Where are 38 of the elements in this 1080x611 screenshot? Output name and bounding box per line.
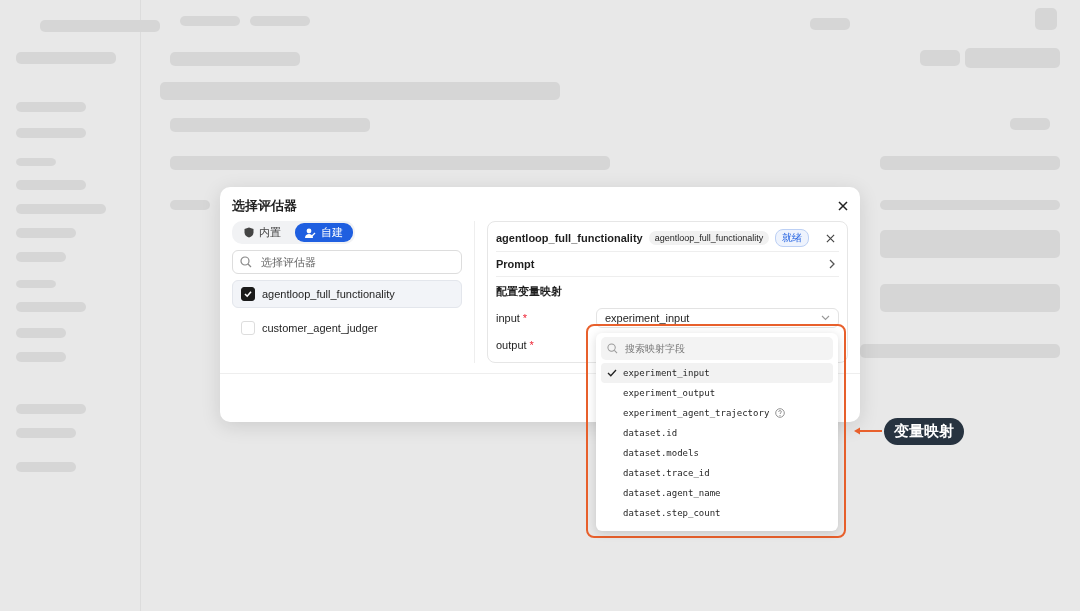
tab[interactable]: 内置: [234, 223, 291, 242]
search-icon: [240, 256, 252, 268]
close-icon[interactable]: [838, 201, 848, 211]
dropdown-option[interactable]: experiment_agent_trajectory: [601, 403, 833, 423]
dialog-title: 选择评估器: [232, 197, 297, 215]
callout-label: 变量映射: [884, 418, 964, 445]
check-icon: [243, 289, 253, 299]
dropdown-option[interactable]: experiment_input: [601, 363, 833, 383]
evaluator-name: agentloop_full_functionality: [496, 232, 643, 245]
shield-icon: [244, 227, 254, 238]
select-field[interactable]: experiment_input: [596, 308, 839, 329]
dropdown-option[interactable]: dataset.trace_id: [601, 463, 833, 483]
checkbox[interactable]: [241, 287, 255, 301]
evaluator-tag: agentloop_full_functionality: [648, 231, 770, 246]
prompt-row[interactable]: Prompt: [496, 251, 839, 278]
check-icon: [607, 369, 617, 377]
field-label: input: [496, 312, 520, 325]
search-field[interactable]: 选择评估器: [232, 250, 462, 274]
required-mark: *: [529, 338, 534, 351]
section-title: 配置变量映射: [496, 284, 563, 300]
dropdown-option[interactable]: dataset.models: [601, 443, 833, 463]
dropdown-option[interactable]: dataset.step_count: [601, 503, 833, 523]
evaluator-item[interactable]: agentloop_full_functionality: [232, 280, 462, 308]
dropdown-option[interactable]: dataset.id: [601, 423, 833, 443]
required-mark: *: [522, 312, 528, 325]
tab[interactable]: 自建: [295, 223, 353, 242]
search-field[interactable]: 搜索映射字段: [601, 337, 833, 360]
chevron-down-icon: [821, 315, 830, 322]
status-badge: 就绪: [775, 229, 810, 248]
chevron-right-icon: [829, 258, 835, 269]
close-icon[interactable]: [826, 233, 835, 243]
evaluator-item[interactable]: customer_agent_judger: [232, 314, 462, 342]
arrow-drawing: [854, 427, 882, 435]
field-label: output: [496, 338, 527, 351]
search-icon: [607, 343, 618, 354]
user-icon: [305, 227, 316, 238]
dropdown-option[interactable]: dataset.agent_name: [601, 483, 833, 503]
dropdown-option[interactable]: experiment_output: [601, 383, 833, 403]
